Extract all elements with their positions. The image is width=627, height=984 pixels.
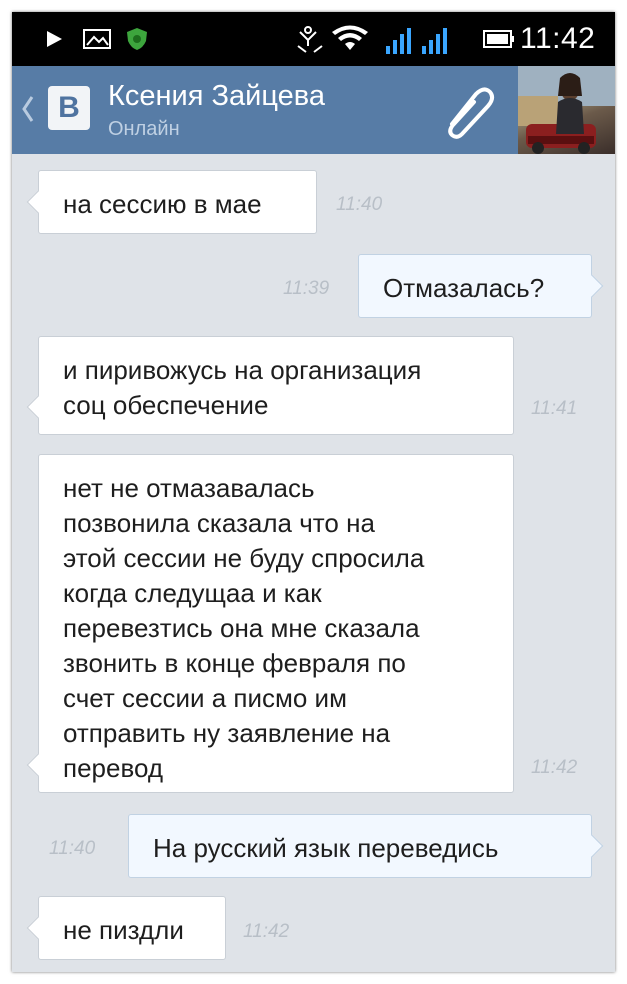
message-time: 11:42 xyxy=(531,757,578,778)
avatar[interactable] xyxy=(518,66,615,154)
battery-icon xyxy=(482,12,516,66)
back-chevron-icon[interactable] xyxy=(20,94,36,129)
message-text: и пиривожусь на организация соц обеспече… xyxy=(63,355,422,420)
picture-icon xyxy=(82,12,112,66)
contact-name[interactable]: Ксения Зайцева xyxy=(108,80,325,113)
shield-icon xyxy=(124,12,150,66)
status-time: 11:42 xyxy=(520,22,596,55)
vk-logo[interactable]: В xyxy=(48,86,90,130)
wifi-icon xyxy=(332,25,368,50)
sync-icon xyxy=(297,26,323,53)
play-icon xyxy=(42,12,66,66)
signal-indicators xyxy=(294,12,474,66)
message-bubble[interactable]: на сессию в мае xyxy=(26,170,317,234)
chat-header: В Ксения Зайцева Онлайн xyxy=(12,66,615,154)
message-bubble[interactable]: и пиривожусь на организация соц обеспече… xyxy=(26,336,514,435)
paperclip-icon xyxy=(448,87,495,139)
attach-button[interactable] xyxy=(432,80,502,140)
status-bar: 11:42 xyxy=(12,12,615,66)
message-text: Отмазалась? xyxy=(383,273,545,303)
message-time: 11:41 xyxy=(531,398,578,419)
phone-screen: 11:42 В Ксения Зайцева Онлайн на сессию … xyxy=(12,12,615,972)
message-time: 11:42 xyxy=(243,921,290,942)
contact-status: Онлайн xyxy=(108,118,180,140)
signal-icon xyxy=(386,28,411,54)
message-time: 11:40 xyxy=(49,838,96,859)
message-bubble[interactable]: Отмазалась? xyxy=(358,254,604,318)
message-bubble[interactable]: На русский язык переведись xyxy=(128,814,604,878)
signal-icon xyxy=(422,28,447,54)
message-time: 11:39 xyxy=(283,278,330,299)
message-bubble[interactable]: не пиздли xyxy=(26,896,226,960)
message-text: На русский язык переведись xyxy=(153,833,499,863)
message-text: нет не отмазавалась позвонила сказала чт… xyxy=(63,473,425,783)
message-time: 11:40 xyxy=(336,194,383,215)
message-text: на сессию в мае xyxy=(63,189,262,219)
message-text: не пиздли xyxy=(63,915,184,945)
message-bubble[interactable]: нет не отмазавалась позвонила сказала чт… xyxy=(26,454,514,793)
